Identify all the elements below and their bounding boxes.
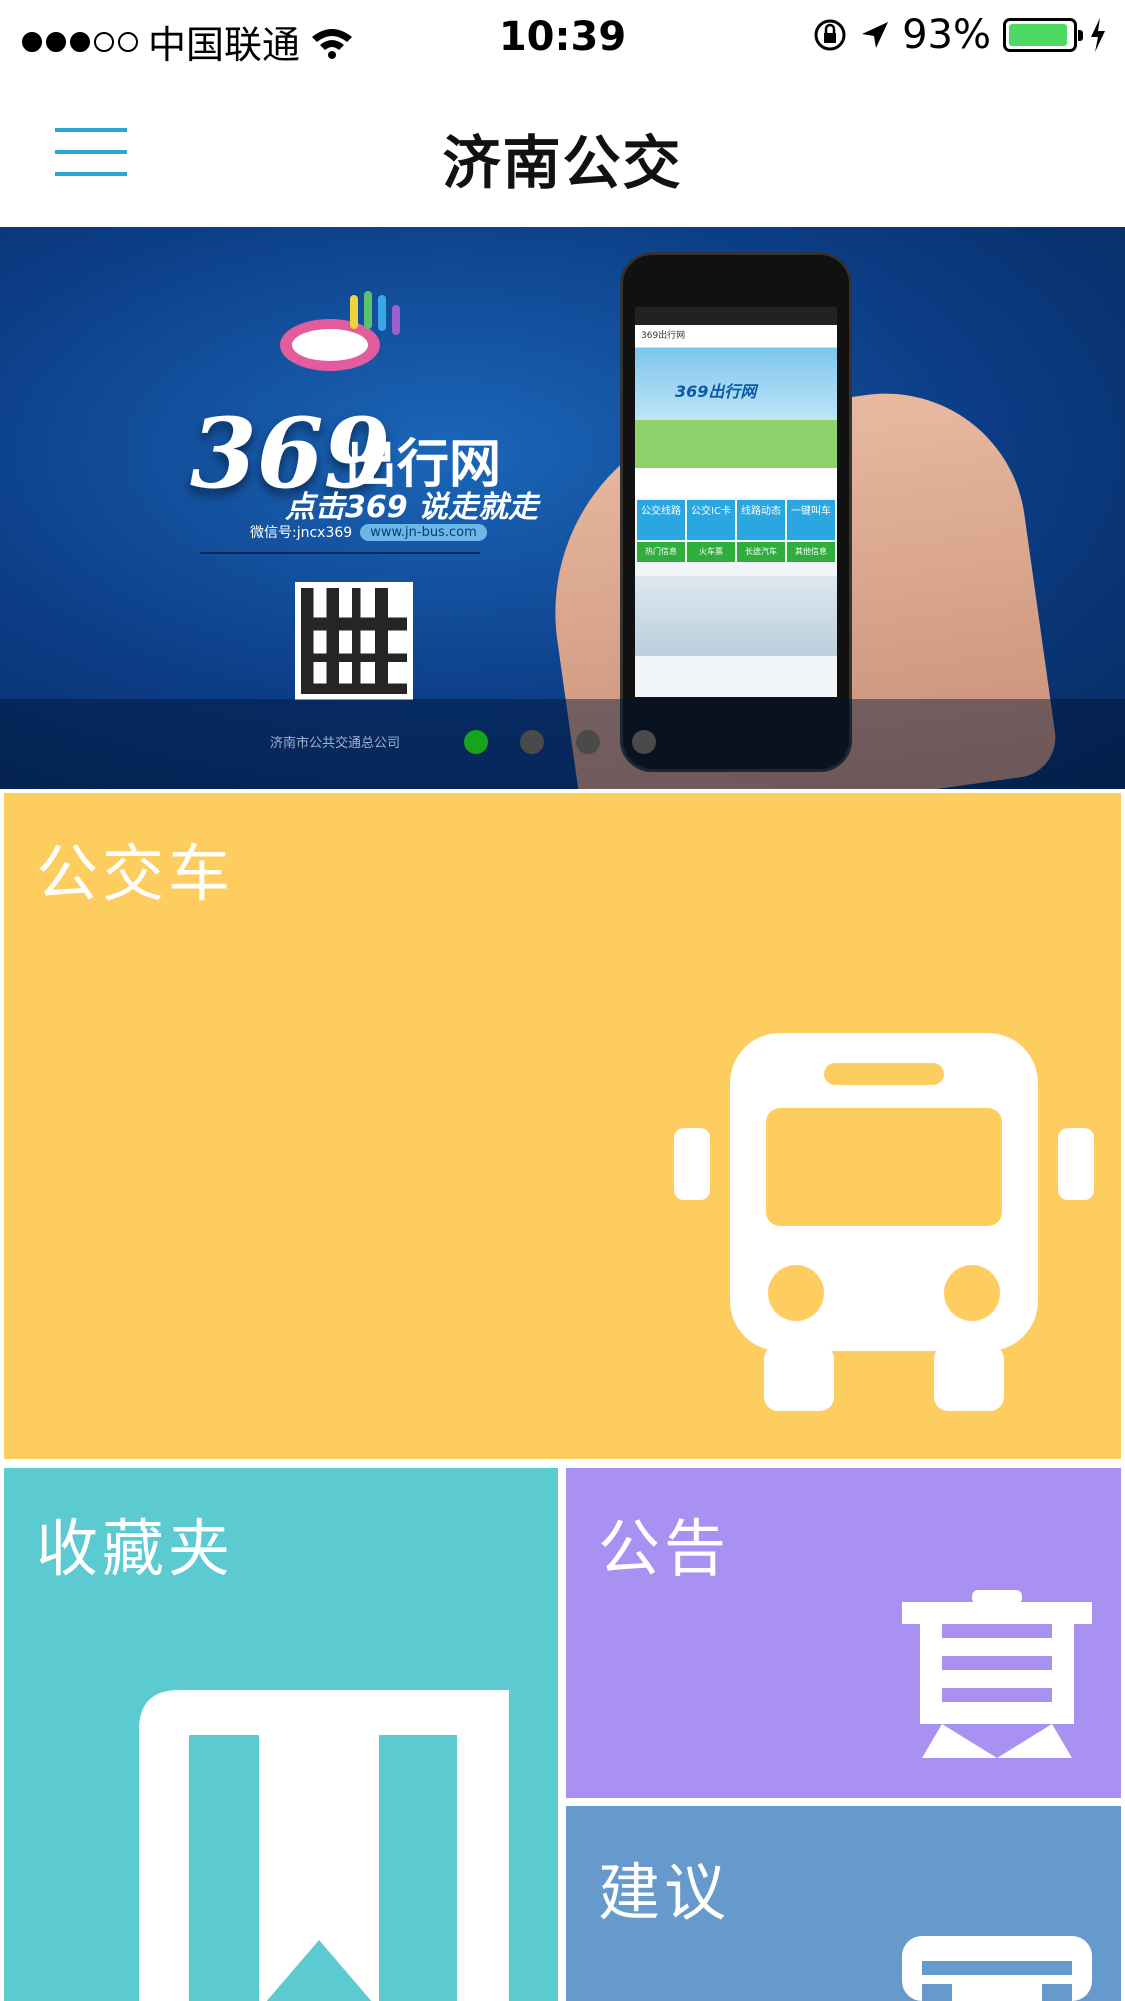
navigation-bar: 济南公交 (0, 78, 1125, 227)
phone-screen-bus-image (635, 576, 837, 656)
suggestion-tile-label: 建议 (598, 1856, 731, 1929)
bus-tile[interactable]: 公交车 (4, 793, 1121, 1459)
phone-screen-hero: 369出行网 (635, 348, 837, 468)
bus-tile-label: 公交车 (36, 837, 235, 910)
battery-icon (1003, 18, 1083, 52)
banner-wechat: 微信号:jncx369 (250, 525, 353, 541)
banner-contact: 微信号:jncx369 www.jn-bus.com (250, 522, 487, 542)
carousel-dot-4[interactable] (632, 730, 656, 754)
battery-percent: 93% (902, 12, 991, 58)
phone-screen-header: 369出行网 (635, 325, 837, 348)
banner-divider (200, 552, 480, 554)
phone-image: 369出行网 369出行网 公交线路 公交IC卡 线路动态 一键叫车 热门信息 … (620, 252, 852, 772)
banner-website: www.jn-bus.com (360, 523, 487, 541)
qr-code-icon (295, 582, 413, 700)
carousel-dot-2[interactable] (520, 730, 544, 754)
notice-tile-label: 公告 (598, 1512, 731, 1585)
banner-slogan: 点击369 说走就走 (285, 490, 539, 525)
banner-company: 济南市公共交通总公司 (270, 736, 401, 751)
bus-icon (674, 1033, 1094, 1411)
phone-screen-grid-secondary: 热门信息 火车票 长途汽车 其他信息 (635, 542, 837, 562)
status-bar: 中国联通 10:39 93% (0, 0, 1125, 78)
page-title: 济南公交 (442, 129, 683, 197)
status-right: 93% (812, 12, 1107, 58)
carousel-dot-1[interactable] (464, 730, 488, 754)
suggestion-tile[interactable]: 建议 (566, 1806, 1121, 2001)
bookmark-icon (139, 1690, 509, 2001)
notice-icon (902, 1590, 1092, 1758)
logo-icon (280, 291, 400, 371)
carousel-dot-3[interactable] (576, 730, 600, 754)
carousel-pagination (464, 730, 656, 754)
banner-carousel[interactable]: 369 出行网 点击369 说走就走 微信号:jncx369 www.jn-bu… (0, 227, 1125, 789)
favorites-tile[interactable]: 收藏夹 (4, 1468, 558, 2001)
suggestion-icon (902, 1936, 1092, 2001)
charging-icon (1091, 18, 1105, 52)
phone-screen-grid: 公交线路 公交IC卡 线路动态 一键叫车 (635, 498, 837, 542)
favorites-tile-label: 收藏夹 (36, 1512, 235, 1585)
location-arrow-icon (862, 22, 889, 48)
notice-tile[interactable]: 公告 (566, 1468, 1121, 1798)
rotation-lock-icon (814, 19, 846, 51)
phone-screen: 369出行网 369出行网 公交线路 公交IC卡 线路动态 一键叫车 热门信息 … (635, 307, 837, 697)
